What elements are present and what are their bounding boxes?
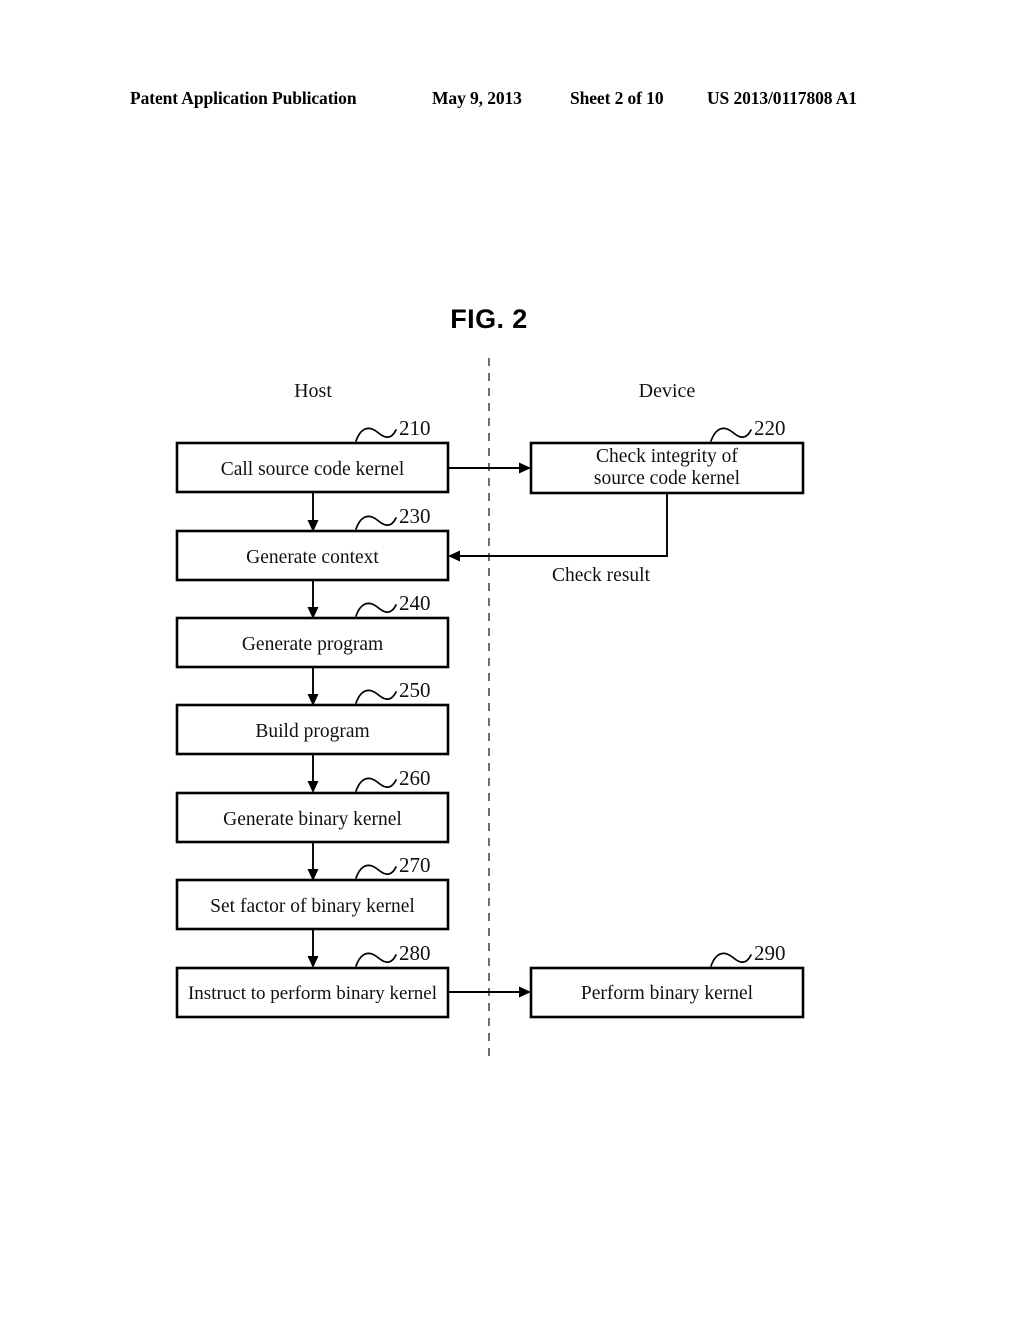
ref-number-260: 260 <box>399 766 431 790</box>
arrowhead-280-to-290 <box>519 986 531 998</box>
leader-240 <box>355 602 397 617</box>
node-250-label: Build program <box>255 721 369 742</box>
ref-number-280: 280 <box>399 941 431 965</box>
ref-number-250: 250 <box>399 678 431 702</box>
ref-number-270: 270 <box>399 853 431 877</box>
node-280-label: Instruct to perform binary kernel <box>188 983 437 1004</box>
edge-label-check-result: Check result <box>552 565 651 586</box>
ref-number-230: 230 <box>399 504 431 528</box>
ref-number-290: 290 <box>754 941 786 965</box>
leader-250 <box>355 689 397 704</box>
column-label-device: Device <box>639 380 696 402</box>
node-220[interactable]: Check integrity of source code kernel 22… <box>529 416 805 495</box>
ref-number-220: 220 <box>754 416 786 440</box>
arrowhead-250-to-260 <box>307 781 319 793</box>
column-label-host: Host <box>294 380 332 402</box>
patent-figure-page: Patent Application Publication May 9, 20… <box>0 0 1024 1320</box>
node-230-label: Generate context <box>246 547 379 568</box>
node-240-label: Generate program <box>242 634 383 655</box>
node-220-label-line2: source code kernel <box>594 468 741 489</box>
arrowhead-210-to-220 <box>519 462 531 474</box>
leader-260 <box>355 777 397 792</box>
arrowhead-270-to-280 <box>307 956 319 968</box>
figure-2-flowchart: FIG. 2 Host Device Check result Call sou… <box>175 304 805 1060</box>
node-210[interactable]: Call source code kernel 210 <box>175 416 450 494</box>
node-260-label: Generate binary kernel <box>223 809 402 830</box>
arrowhead-220-to-230 <box>448 550 460 562</box>
node-290[interactable]: Perform binary kernel 290 <box>529 941 805 1019</box>
leader-290 <box>710 952 752 967</box>
ref-number-210: 210 <box>399 416 431 440</box>
node-210-label: Call source code kernel <box>221 459 405 480</box>
ref-number-240: 240 <box>399 591 431 615</box>
node-220-label-line1: Check integrity of <box>596 446 738 467</box>
leader-280 <box>355 952 397 967</box>
figure-title: FIG. 2 <box>450 304 527 334</box>
leader-220 <box>710 427 752 442</box>
node-290-label: Perform binary kernel <box>581 983 754 1004</box>
leader-230 <box>355 515 397 530</box>
leader-210 <box>355 427 397 442</box>
node-270-label: Set factor of binary kernel <box>210 896 415 917</box>
leader-270 <box>355 864 397 879</box>
